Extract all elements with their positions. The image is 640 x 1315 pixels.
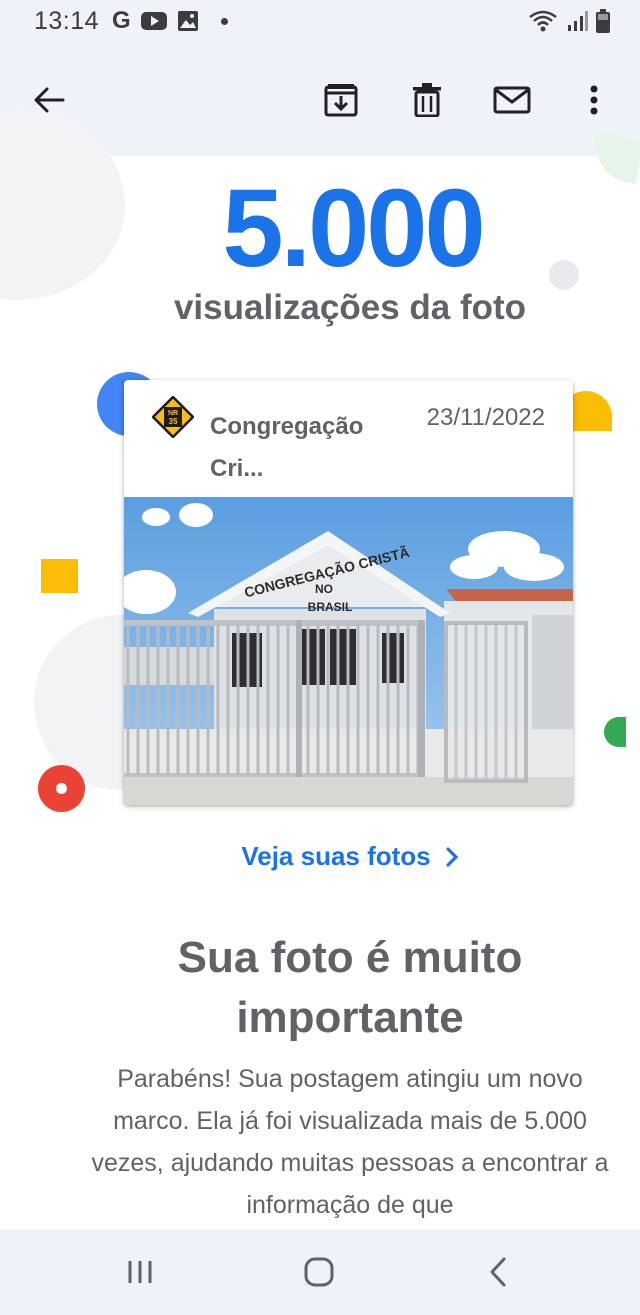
status-right-icons bbox=[528, 9, 610, 33]
more-vert-icon bbox=[590, 85, 598, 115]
home-button[interactable] bbox=[289, 1250, 349, 1294]
battery-icon bbox=[596, 9, 610, 33]
place-logo-text-bottom: 35 bbox=[169, 417, 178, 426]
more-options-button[interactable] bbox=[572, 78, 616, 122]
decorative-red-ring-center bbox=[56, 783, 67, 794]
sign-text-line3: BRASIL bbox=[308, 600, 353, 614]
photo-card[interactable]: NR 35 Congregação Cri... 23/11/2022 CONG… bbox=[124, 380, 573, 805]
section-body: Parabéns! Sua postagem atingiu um novo m… bbox=[91, 1065, 609, 1219]
decorative-green-half-circle bbox=[604, 717, 626, 747]
see-photos-label: Veja suas fotos bbox=[241, 841, 431, 871]
chevron-right-icon bbox=[446, 846, 458, 867]
nav-back-button[interactable] bbox=[468, 1250, 528, 1294]
google-g-icon: G bbox=[112, 7, 131, 34]
delete-icon bbox=[413, 83, 441, 117]
status-time: 13:14 bbox=[34, 7, 100, 35]
back-icon bbox=[490, 1257, 506, 1287]
navigation-bar bbox=[0, 1230, 640, 1315]
milestone-label: visualizações da foto bbox=[173, 288, 527, 327]
milestone-count: 5.000 bbox=[222, 167, 485, 290]
notification-dot-icon bbox=[220, 17, 228, 25]
decorative-yellow-square bbox=[41, 559, 78, 593]
sign-text-line2: NO bbox=[315, 582, 333, 596]
decorative-red-ring bbox=[38, 765, 85, 812]
delete-button[interactable] bbox=[405, 78, 449, 122]
arrow-left-icon bbox=[34, 87, 65, 113]
section-heading: Sua foto é muito importante bbox=[177, 933, 523, 1042]
wifi-icon bbox=[529, 10, 557, 32]
see-photos-link[interactable]: Veja suas fotos bbox=[0, 841, 640, 872]
archive-icon bbox=[324, 84, 358, 117]
place-logo-text-top: NR bbox=[168, 410, 178, 417]
youtube-icon bbox=[140, 12, 167, 30]
status-left-icons: G bbox=[112, 9, 228, 33]
screen: 13:14 G 5.000 visualizações da foto NR 3… bbox=[0, 0, 640, 1315]
place-name: Congregação Cri... bbox=[210, 413, 364, 482]
status-bar: 13:14 G bbox=[0, 0, 640, 44]
home-icon bbox=[304, 1257, 334, 1287]
mark-unread-icon bbox=[493, 86, 531, 114]
gallery-icon bbox=[177, 11, 198, 31]
mark-unread-button[interactable] bbox=[490, 78, 534, 122]
recent-apps-icon bbox=[128, 1261, 152, 1283]
signal-icon bbox=[568, 11, 588, 31]
recent-apps-button[interactable] bbox=[110, 1250, 170, 1294]
building-photo[interactable]: CONGREGAÇÃO CRISTÃ NO BRASIL bbox=[124, 497, 573, 805]
place-logo-icon: NR 35 bbox=[152, 396, 194, 438]
photo-date: 23/11/2022 bbox=[426, 404, 545, 431]
archive-button[interactable] bbox=[319, 78, 363, 122]
